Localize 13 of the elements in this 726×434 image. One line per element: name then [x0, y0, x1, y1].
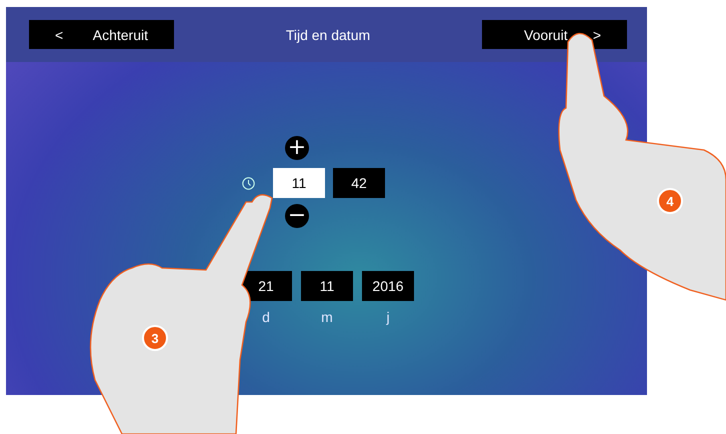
date-field[interactable]: 11 [301, 271, 353, 301]
date-field-label: m [320, 309, 334, 325]
decrease-button[interactable]: − [285, 204, 309, 228]
screen-title: Tijd en datum [286, 26, 370, 42]
date-field[interactable]: 2016 [362, 271, 414, 301]
forward-button[interactable]: Vooruit > [482, 20, 627, 49]
date-field-label: d [261, 309, 271, 325]
date-field-label: j [385, 309, 391, 325]
back-button[interactable]: < Achteruit [29, 20, 174, 49]
time-field[interactable]: 11 [273, 168, 325, 198]
increase-button[interactable]: + [285, 136, 309, 160]
clock-icon [242, 176, 255, 190]
time-field[interactable]: 42 [333, 168, 385, 198]
